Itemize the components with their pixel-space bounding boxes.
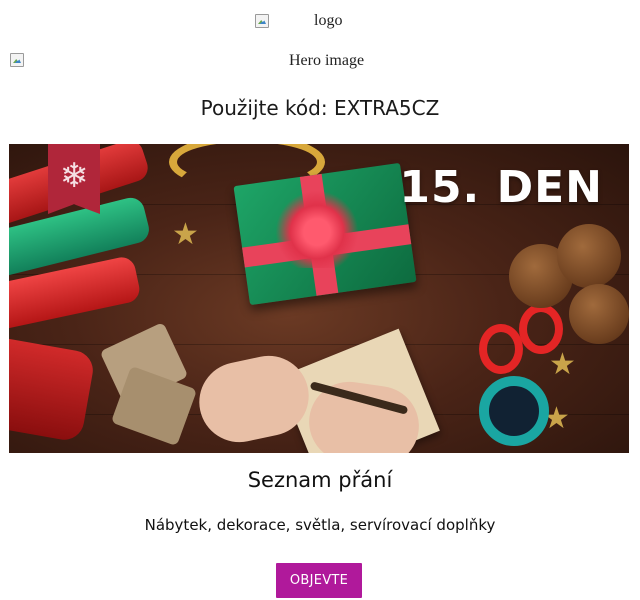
hero-image: Hero image <box>9 52 631 69</box>
hero-alt-text: Hero image <box>289 52 365 69</box>
snowflake-icon: ❄ <box>59 156 89 196</box>
logo-alt-text: logo <box>314 12 343 29</box>
hand <box>191 348 317 450</box>
broken-image-icon <box>254 13 270 29</box>
cookie <box>557 224 621 288</box>
section-subtitle: Nábytek, dekorace, světla, servírovací d… <box>144 516 496 534</box>
star-icon: ★ <box>172 217 199 252</box>
red-ribbon-spool <box>9 335 96 443</box>
day-label: 15. DEN <box>399 162 603 213</box>
gift-bow <box>267 188 367 268</box>
promo-code-text: Použijte kód: EXTRA5CZ <box>200 96 440 120</box>
star-icon: ★ <box>549 347 576 382</box>
discover-button[interactable]: OBJEVTE <box>276 563 362 598</box>
logo-image: logo <box>254 12 342 30</box>
badge-ribbon: ❄ <box>48 144 100 214</box>
broken-image-icon <box>9 52 25 68</box>
section-title: Seznam přání <box>247 468 393 492</box>
cookie <box>569 284 629 344</box>
tape-roll <box>479 376 549 446</box>
banner-image[interactable]: ❄ ★ ★ ★ 15. DEN <box>9 144 629 453</box>
